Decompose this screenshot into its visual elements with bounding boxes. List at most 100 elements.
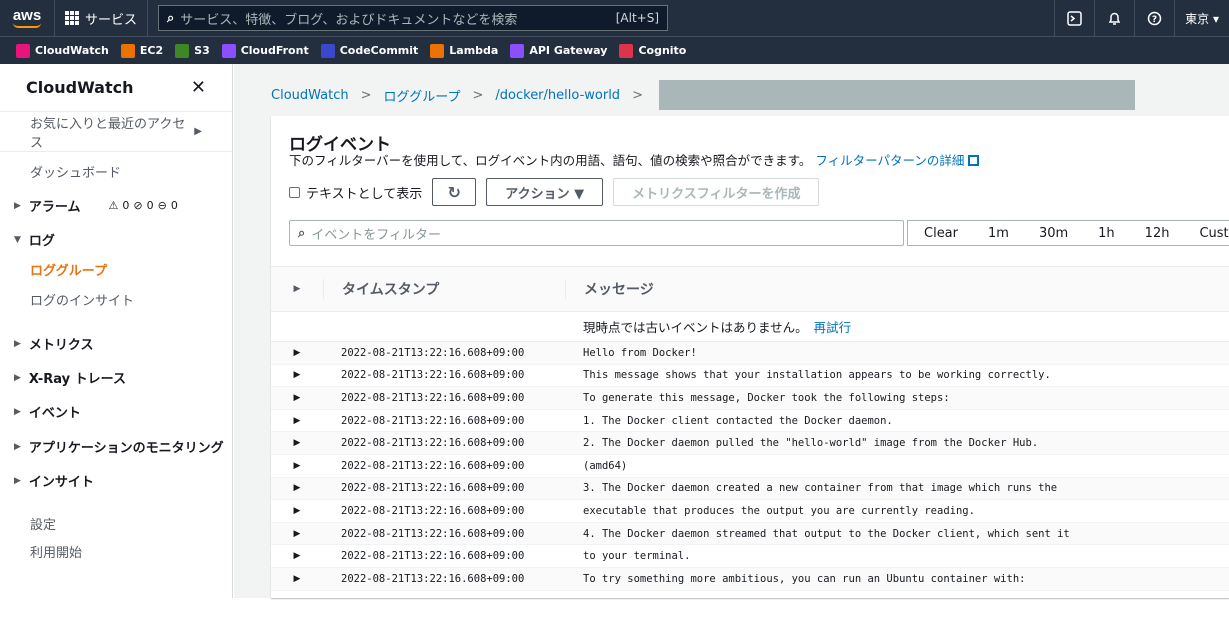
sidebar-item-log-groups[interactable]: ロググループ — [30, 260, 107, 279]
chevron-right-icon: > — [472, 87, 484, 103]
sidebar-item-insights[interactable]: ▶ インサイト — [14, 471, 94, 490]
favorite-label: EC2 — [139, 44, 164, 57]
sidebar-app-monitoring-label: アプリケーションのモニタリング — [28, 441, 224, 456]
create-metric-filter-button[interactable]: メトリクスフィルターを作成 — [613, 178, 820, 206]
time-option-12h[interactable]: 12h — [1129, 226, 1184, 241]
help-icon[interactable]: ? — [1134, 0, 1174, 36]
col-timestamp[interactable]: タイムスタンプ — [323, 279, 565, 299]
row-message: To generate this message, Docker took th… — [583, 391, 950, 404]
sidebar-alarms-label: アラーム — [28, 200, 81, 215]
favorite-cognito[interactable]: Cognito — [619, 43, 687, 58]
favorite-cloudwatch[interactable]: CloudWatch — [16, 43, 109, 58]
sidebar-item-events[interactable]: ▶ イベント — [14, 402, 81, 421]
time-option-clear[interactable]: Clear — [908, 226, 972, 241]
breadcrumb-log-group[interactable]: /docker/hello-world — [495, 88, 620, 103]
sidebar-logs-label: ログ — [28, 234, 55, 249]
sidebar-item-log-insights[interactable]: ログのインサイト — [30, 290, 134, 309]
breadcrumb-cloudwatch[interactable]: CloudWatch — [271, 88, 349, 103]
close-icon[interactable]: ✕ — [191, 77, 206, 98]
sidebar-item-dashboard[interactable]: ダッシュボード — [30, 162, 121, 181]
service-icon — [619, 43, 634, 58]
row-timestamp: 2022-08-21T13:22:16.608+09:00 — [341, 346, 525, 359]
alarm-count-ok: 0 — [146, 199, 154, 212]
sidebar-item-xray[interactable]: ▶ X-Ray トレース — [14, 368, 126, 387]
expand-row-icon[interactable]: ▶ — [271, 438, 323, 448]
bell-icon[interactable] — [1094, 0, 1134, 36]
row-timestamp: 2022-08-21T13:22:16.608+09:00 — [341, 437, 525, 450]
favorite-label: API Gateway — [529, 44, 608, 57]
table-row[interactable]: ▶ 2022-08-21T13:22:16.608+09:00 (amd64) — [271, 455, 1229, 478]
table-row[interactable]: ▶ 2022-08-21T13:22:16.608+09:00 3. The Doc… — [271, 477, 1229, 501]
time-option-1h[interactable]: 1h — [1082, 226, 1129, 241]
service-icon — [16, 43, 30, 58]
time-option-30m[interactable]: 30m — [1023, 226, 1082, 241]
expand-row-icon[interactable]: ▶ — [271, 574, 323, 584]
table-row[interactable]: ▶ 2022-08-21T13:22:16.608+09:00 2. The Doc… — [271, 432, 1229, 455]
sidebar-item-settings[interactable]: 設定 — [30, 514, 56, 533]
favorite-codecommit[interactable]: CodeCommit — [320, 43, 418, 58]
col-message[interactable]: メッセージ — [565, 279, 654, 299]
cloudshell-icon[interactable] — [1054, 0, 1094, 36]
favorite-ec2[interactable]: EC2 — [120, 43, 164, 58]
aws-logo-text: aws — [12, 6, 42, 24]
alarm-warning-icon: ⚠ — [108, 199, 119, 212]
time-option-1m[interactable]: 1m — [972, 226, 1023, 241]
caret-right-icon: ▶ — [194, 126, 202, 137]
favorite-api-gateway[interactable]: API Gateway — [510, 43, 608, 58]
panel-description: 下のフィルターバーを使用して、ログイベント内の用語、語句、値の検索や照合ができま… — [289, 150, 980, 169]
service-icon — [430, 43, 445, 58]
table-row[interactable]: ▶ 2022-08-21T13:22:16.608+09:00 executable… — [271, 500, 1229, 523]
main-content: CloudWatch > ロググループ > /docker/hello-worl… — [234, 64, 1229, 598]
sidebar-item-logs[interactable]: ▼ ログ — [14, 230, 55, 249]
refresh-button[interactable]: ↻ — [432, 178, 477, 206]
global-search-input[interactable]: ⌕ サービス、特徴、ブログ、およびドキュメントなどを検索 [Alt+S] — [158, 5, 669, 31]
row-timestamp: 2022-08-21T13:22:16.608+09:00 — [341, 504, 525, 517]
table-row[interactable]: ▶ 2022-08-21T13:22:16.608+09:00 This messa… — [271, 365, 1229, 388]
log-events-panel: ログイベント 下のフィルターバーを使用して、ログイベント内の用語、語句、値の検索… — [271, 116, 1229, 598]
row-timestamp: 2022-08-21T13:22:16.608+09:00 — [341, 369, 525, 382]
filter-pattern-link[interactable]: フィルターパターンの詳細 — [815, 153, 964, 168]
sidebar-item-metrics[interactable]: ▶ メトリクス — [14, 334, 94, 353]
favorite-label: Lambda — [449, 44, 499, 57]
row-message: To try something more ambitious, you can… — [583, 572, 1026, 585]
sidebar-item-getting-started[interactable]: 利用開始 — [30, 542, 82, 561]
expand-row-icon[interactable]: ▶ — [271, 551, 323, 561]
expand-row-icon[interactable]: ▶ — [271, 506, 323, 516]
expand-row-icon[interactable]: ▶ — [271, 370, 323, 380]
expand-all-icon[interactable]: ▶ — [271, 284, 323, 294]
expand-row-icon[interactable]: ▶ — [271, 461, 323, 471]
actions-button[interactable]: アクション ▼ — [486, 178, 604, 206]
row-message: Hello from Docker! — [583, 346, 697, 359]
expand-row-icon[interactable]: ▶ — [271, 416, 323, 426]
caret-right-icon: ▶ — [14, 475, 21, 486]
sidebar-favorites-recent[interactable]: お気に入りと最近のアクセス ▶ — [0, 112, 232, 152]
expand-row-icon[interactable]: ▶ — [271, 529, 323, 539]
sidebar-item-app-monitoring[interactable]: ▶ アプリケーションのモニタリング — [14, 437, 224, 456]
expand-row-icon[interactable]: ▶ — [271, 483, 323, 493]
favorite-label: Cognito — [638, 44, 687, 57]
table-row[interactable]: ▶ 2022-08-21T13:22:16.608+09:00 To try som… — [271, 567, 1229, 591]
favorite-cloudfront[interactable]: CloudFront — [221, 43, 309, 58]
retry-link[interactable]: 再試行 — [814, 317, 852, 336]
table-row[interactable]: ▶ 2022-08-21T13:22:16.608+09:00 To generat… — [271, 387, 1229, 410]
sidebar-title[interactable]: CloudWatch — [26, 78, 133, 97]
caret-right-icon: ▶ — [14, 200, 21, 211]
table-row[interactable]: ▶ 2022-08-21T13:22:16.608+09:00 1. The Doc… — [271, 410, 1229, 433]
sidebar-item-alarms[interactable]: ▶ アラーム ⚠ 0 ⊘ 0 ⊖ 0 — [14, 196, 178, 215]
time-option-custo[interactable]: Custo — [1183, 226, 1229, 241]
services-menu-button[interactable]: サービス — [54, 0, 149, 36]
table-row[interactable]: ▶ 2022-08-21T13:22:16.608+09:00 4. The Doc… — [271, 522, 1229, 546]
aws-logo[interactable]: aws — [0, 6, 54, 28]
expand-row-icon[interactable]: ▶ — [271, 393, 323, 403]
row-timestamp: 2022-08-21T13:22:16.608+09:00 — [341, 527, 525, 540]
event-filter-input[interactable]: ⌕ イベントをフィルター — [289, 220, 904, 246]
row-timestamp: 2022-08-21T13:22:16.608+09:00 — [341, 459, 525, 472]
favorite-lambda[interactable]: Lambda — [430, 43, 499, 58]
region-selector[interactable]: 東京 ▾ — [1174, 0, 1229, 36]
expand-row-icon[interactable]: ▶ — [271, 348, 323, 358]
table-row[interactable]: ▶ 2022-08-21T13:22:16.608+09:00 to your te… — [271, 545, 1229, 568]
table-row[interactable]: ▶ 2022-08-21T13:22:16.608+09:00 Hello from… — [271, 342, 1229, 365]
breadcrumb-log-groups[interactable]: ロググループ — [384, 86, 461, 105]
favorite-s3[interactable]: S3 — [175, 43, 210, 58]
show-as-text-checkbox[interactable]: テキストとして表示 — [289, 183, 422, 202]
